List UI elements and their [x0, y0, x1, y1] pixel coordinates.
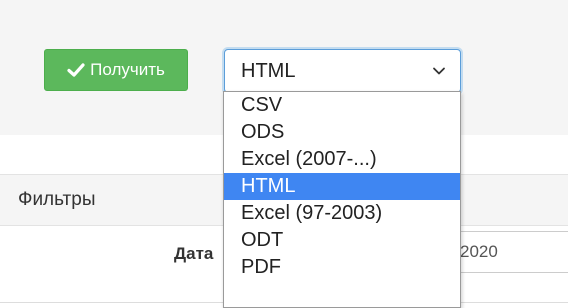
get-button[interactable]: Получить: [44, 49, 188, 91]
format-option-html[interactable]: HTML: [224, 173, 460, 200]
date-input-value: 2020: [460, 242, 498, 261]
format-select[interactable]: HTML: [224, 49, 461, 93]
format-option-pdf[interactable]: PDF: [224, 254, 460, 281]
format-dropdown-list: CSV ODS Excel (2007-...) HTML Excel (97-…: [223, 91, 461, 308]
format-select-value: HTML: [241, 59, 296, 82]
chevron-down-icon: [433, 67, 445, 75]
get-button-label: Получить: [90, 60, 165, 79]
format-option-excel-2007[interactable]: Excel (2007-...): [224, 146, 460, 173]
format-option-odt[interactable]: ODT: [224, 227, 460, 254]
filters-title: Фильтры: [18, 189, 96, 210]
check-icon: [67, 63, 85, 77]
format-option-csv[interactable]: CSV: [224, 92, 460, 119]
format-option-excel-97-2003[interactable]: Excel (97-2003): [224, 200, 460, 227]
date-label: Дата: [174, 244, 214, 263]
format-option-ods[interactable]: ODS: [224, 119, 460, 146]
